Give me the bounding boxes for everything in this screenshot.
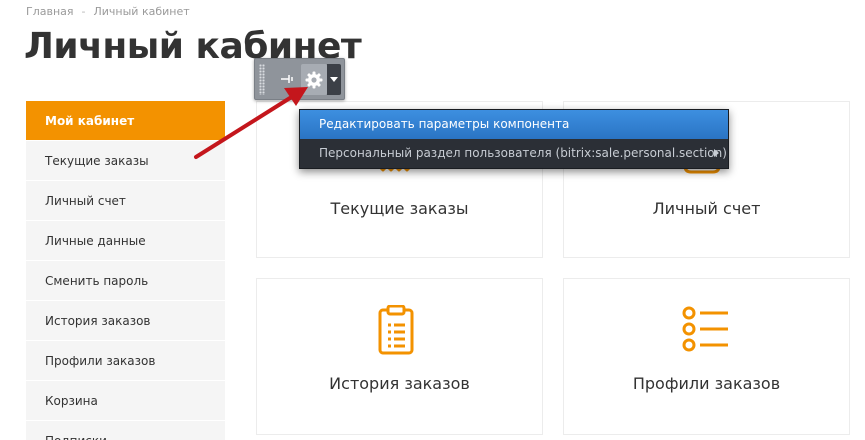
sidebar-item-order-history[interactable]: История заказов (26, 301, 225, 341)
sidebar-item-current-orders[interactable]: Текущие заказы (26, 141, 225, 181)
pin-button[interactable] (275, 67, 299, 91)
breadcrumb-home-link[interactable]: Главная (26, 5, 74, 18)
sidebar-menu: Мой кабинет Текущие заказы Личный счет Л… (26, 101, 225, 440)
list-icon (682, 306, 728, 352)
clipboard-icon (378, 305, 414, 355)
menu-item-label: Персональный раздел пользователя (bitrix… (319, 146, 727, 160)
settings-button[interactable] (301, 64, 327, 95)
card-label: Профили заказов (632, 374, 781, 393)
pin-icon (281, 75, 293, 83)
component-edit-toolbar (254, 58, 345, 100)
component-context-menu: Редактировать параметры компонента Персо… (299, 109, 729, 169)
breadcrumb: Главная - Личный кабинет (26, 5, 190, 18)
card-label: История заказов (329, 374, 470, 393)
card-label: Личный счет (652, 199, 761, 218)
dropdown-button[interactable] (327, 64, 341, 95)
sidebar-item-my-cabinet[interactable]: Мой кабинет (26, 101, 225, 141)
page: Главная - Личный кабинет Личный кабинет … (0, 0, 865, 440)
breadcrumb-separator: - (81, 5, 86, 18)
sidebar-item-personal-account[interactable]: Личный счет (26, 181, 225, 221)
chevron-down-icon (330, 77, 338, 82)
chevron-right-icon (714, 149, 719, 157)
sidebar-item-personal-data[interactable]: Личные данные (26, 221, 225, 261)
card-order-profiles[interactable]: Профили заказов (563, 278, 850, 435)
drag-handle[interactable] (259, 64, 265, 95)
sidebar-item-change-password[interactable]: Сменить пароль (26, 261, 225, 301)
breadcrumb-current: Личный кабинет (93, 5, 190, 18)
sidebar-item-cart[interactable]: Корзина (26, 381, 225, 421)
sidebar-item-order-profiles[interactable]: Профили заказов (26, 341, 225, 381)
sidebar-item-subscriptions[interactable]: Подписки (26, 421, 225, 440)
card-order-history[interactable]: История заказов (256, 278, 543, 435)
gear-icon (305, 71, 323, 89)
menu-item-personal-section[interactable]: Персональный раздел пользователя (bitrix… (300, 139, 728, 168)
menu-item-edit-component-params[interactable]: Редактировать параметры компонента (300, 110, 728, 139)
card-label: Текущие заказы (330, 199, 469, 218)
